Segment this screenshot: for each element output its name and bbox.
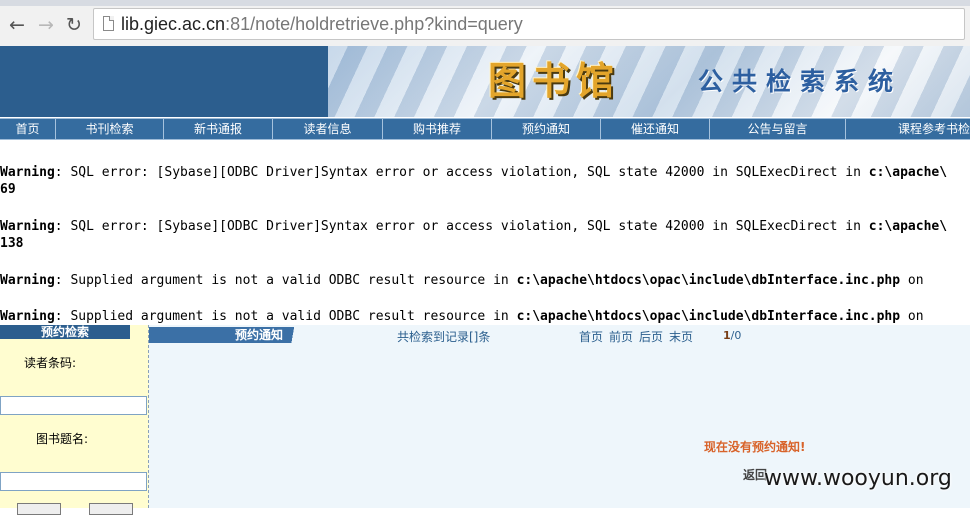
warning-text: : SQL error: [Sybase][ODBC Driver]Syntax… [54,219,869,234]
warning-path: c:\apache\ [868,219,948,234]
warning-line: Warning: SQL error: [Sybase][ODBC Driver… [0,219,947,235]
warning-line-number: 138 [0,236,23,252]
pager-next[interactable]: 后页 [639,328,663,345]
url-host: lib.giec.ac.cn [121,14,226,34]
tab-reservation-notice: 预约通知 [149,327,317,343]
warning-text: : Supplied argument is not a valid ODBC … [54,309,517,324]
warning-line-number: 69 [0,182,16,198]
reset-button[interactable] [89,503,133,515]
warning-line: Warning: Supplied argument is not a vali… [0,309,924,325]
warning-prefix: Warning [0,165,55,180]
reload-icon[interactable]: ↻ [63,14,85,36]
menu-item-search[interactable]: 书刊检索 [56,119,164,139]
warning-text: : Supplied argument is not a valid ODBC … [54,273,517,288]
warning-path: c:\apache\ [868,165,948,180]
line-number: 138 [0,236,24,251]
sidebar-title: 预约检索 [0,325,130,339]
php-warnings: Warning: SQL error: [Sybase][ODBC Driver… [0,165,970,325]
banner-title: 图书馆 [488,58,621,103]
browser-toolbar: ← → ↻ lib.giec.ac.cn:81/note/holdretriev… [0,0,970,47]
tab-strip [0,0,970,6]
line-number: 69 [0,182,16,197]
main-menu: 首页 书刊检索 新书通报 读者信息 购书推荐 预约通知 催还通知 公告与留言 课… [0,118,970,140]
menu-item-new-books[interactable]: 新书通报 [164,119,273,139]
menu-item-course-books[interactable]: 课程参考书检 [846,119,970,139]
warning-text: : SQL error: [Sybase][ODBC Driver]Syntax… [54,165,869,180]
menu-item-home[interactable]: 首页 [0,119,56,139]
menu-item-announcements[interactable]: 公告与留言 [710,119,846,139]
forward-arrow-icon[interactable]: → [35,14,57,36]
site-header: 图书馆 公共检索系统 [0,46,970,117]
reader-barcode-label: 读者条码: [24,356,77,370]
address-bar[interactable]: lib.giec.ac.cn:81/note/holdretrieve.php?… [93,8,965,40]
no-notice-message: 现在没有预约通知! [704,440,806,454]
page-counter: 1/0 [723,329,741,342]
page-total: 0 [734,329,742,342]
warning-prefix: Warning [0,273,55,288]
warning-prefix: Warning [0,219,55,234]
address-url[interactable]: lib.giec.ac.cn:81/note/holdretrieve.php?… [121,13,523,35]
menu-item-purchase-recommend[interactable]: 购书推荐 [383,119,492,139]
warning-path: c:\apache\htdocs\opac\include\dbInterfac… [516,309,901,324]
record-count-text: 共检索到记录[]条 [397,330,491,344]
book-title-input[interactable] [0,472,147,491]
warning-suffix: on [900,309,924,324]
back-arrow-icon[interactable]: ← [6,14,28,36]
pager-prev[interactable]: 前页 [609,328,633,345]
menu-item-reservation-notice[interactable]: 预约通知 [492,119,601,139]
book-title-label: 图书题名: [36,432,89,446]
url-path: :81/note/holdretrieve.php?kind=query [225,14,523,34]
reader-barcode-input[interactable] [0,396,147,415]
pager-last[interactable]: 末页 [669,328,693,345]
warning-line: Warning: SQL error: [Sybase][ODBC Driver… [0,165,947,181]
reservation-search-panel: 预约检索 读者条码: 图书题名: [0,325,149,508]
results-bar: 预约通知 共检索到记录[]条 首页 前页 后页 末页 1/0 [149,325,970,345]
banner-subtitle: 公共检索系统 [698,67,903,96]
library-banner: 图书馆 公共检索系统 [328,46,970,117]
watermark: www.wooyun.org [764,466,952,491]
pager-first[interactable]: 首页 [579,328,603,345]
page-current: 1 [723,329,731,342]
warning-line: Warning: Supplied argument is not a vali… [0,273,924,289]
warning-prefix: Warning [0,309,55,324]
menu-item-reader-info[interactable]: 读者信息 [273,119,383,139]
page-icon [103,16,114,31]
warning-suffix: on [900,273,924,288]
submit-button[interactable] [17,503,61,515]
warning-path: c:\apache\htdocs\opac\include\dbInterfac… [516,273,901,288]
menu-item-return-reminder[interactable]: 催还通知 [601,119,710,139]
